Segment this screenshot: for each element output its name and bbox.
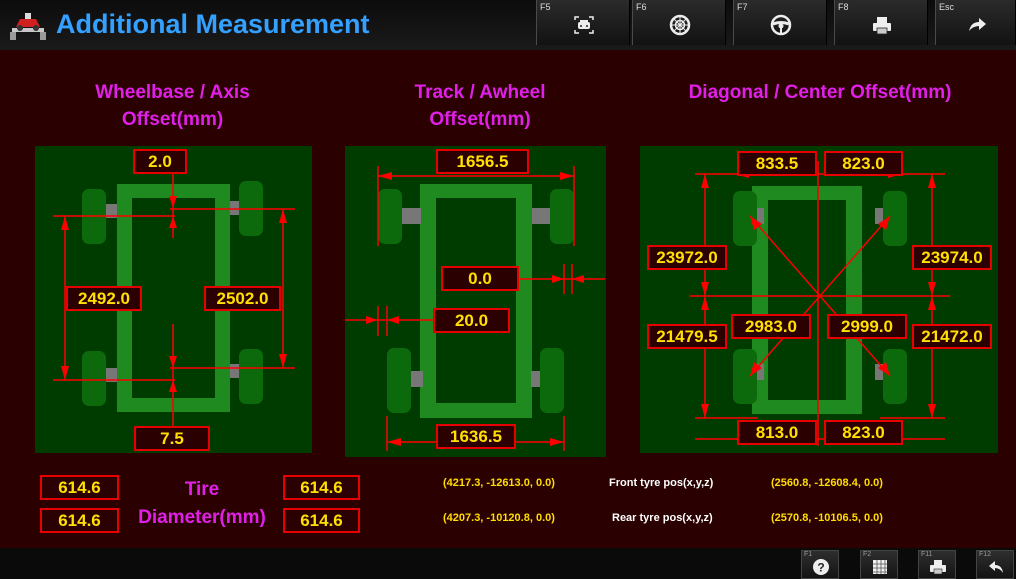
rear-tyre-pos-label: Rear tyre pos(x,y,z) [612,512,713,524]
table-icon [873,560,887,574]
rear-left-tyre-pos: (4207.3, -10120.8, 0.0) [443,512,555,524]
tire-diameter-label: Tire Diameter(mm) [122,476,282,532]
f12-key-label: F12 [979,551,992,558]
top-toolbar: Additional Measurement F5 F6 F7 F8 Esc [0,0,1016,50]
f6-key-label: F6 [636,2,647,12]
f7-key-label: F7 [737,2,748,12]
front-wheel-offset-value: 0.0 [441,266,519,291]
track-diagram-graphic [345,166,605,451]
front-right-tire-diameter: 614.6 [283,475,360,500]
vehicle-front-icon [574,16,594,34]
rear-track-value: 1636.5 [436,424,516,449]
f11-key-label: F11 [921,551,933,558]
diagonal-heading: Diagonal / Center Offset(mm) [688,82,952,103]
f2-table-button[interactable]: F2 [860,550,898,579]
right-wheelbase-value: 2502.0 [204,286,281,311]
right-lower-value: 21472.0 [912,324,992,349]
top-left-center-offset-value: 833.5 [737,151,817,176]
rear-wheel-offset-value: 20.0 [433,308,510,333]
esc-key-label: Esc [939,2,955,12]
bottom-right-center-offset-value: 823.0 [824,420,903,445]
f1-help-button[interactable]: F1 ? [801,550,839,579]
front-left-tire-diameter: 614.6 [40,475,119,500]
front-track-value: 1656.5 [436,149,529,174]
bottom-left-center-offset-value: 813.0 [737,420,817,445]
printer-icon [873,17,891,35]
f11-print-button[interactable]: F11 [918,550,956,579]
diagonal-left-value: 2983.0 [731,314,811,339]
forward-arrow-icon [969,18,986,31]
printer-icon [930,560,946,575]
f12-back-button[interactable]: F12 [976,550,1014,579]
rear-right-tyre-pos: (2570.8, -10106.5, 0.0) [771,512,883,524]
left-lower-value: 21479.5 [647,324,727,349]
rear-axis-offset-value: 7.5 [134,426,210,451]
help-icon: ? [813,559,829,575]
top-right-center-offset-value: 823.0 [824,151,903,176]
vehicle-lift-icon [10,13,46,40]
tire-label-line2: Diameter(mm) [138,507,266,528]
tire-label-line1: Tire [184,479,220,500]
page-title: Additional Measurement [56,9,370,39]
steering-wheel-icon [770,14,792,36]
f6-tire-button[interactable]: F6 [632,0,726,45]
tire-icon [669,14,691,36]
rear-left-tire-diameter: 614.6 [40,508,119,533]
track-diagram [345,146,606,457]
f1-key-label: F1 [804,551,813,558]
diagonal-right-value: 2999.0 [827,314,907,339]
diagonal-diagram-graphic [690,161,950,446]
svg-text:?: ? [817,561,824,575]
f8-print-button[interactable]: F8 [834,0,928,45]
back-arrow-icon [989,561,1003,573]
track-heading: Track / Awheel Offset(mm) [414,82,546,130]
f7-steering-button[interactable]: F7 [733,0,827,45]
f5-vehicle-button[interactable]: F5 [536,0,630,45]
front-left-tyre-pos: (4217.3, -12613.0, 0.0) [443,477,555,489]
f5-key-label: F5 [540,2,551,12]
front-tyre-pos-label: Front tyre pos(x,y,z) [609,477,714,489]
front-axis-offset-value: 2.0 [133,149,187,174]
right-upper-value: 23974.0 [912,245,992,270]
esc-exit-button[interactable]: Esc [935,0,1016,45]
left-wheelbase-value: 2492.0 [66,286,142,311]
f2-key-label: F2 [863,551,872,558]
front-right-tyre-pos: (2560.8, -12608.4, 0.0) [771,477,883,489]
left-upper-value: 23972.0 [647,245,727,270]
f8-key-label: F8 [838,2,849,12]
rear-right-tire-diameter: 614.6 [283,508,360,533]
wheelbase-heading: Wheelbase / Axis Offset(mm) [95,82,250,130]
bottom-toolbar: F1 ? F2 F11 F12 [0,548,1016,579]
diagonal-diagram [640,146,998,453]
